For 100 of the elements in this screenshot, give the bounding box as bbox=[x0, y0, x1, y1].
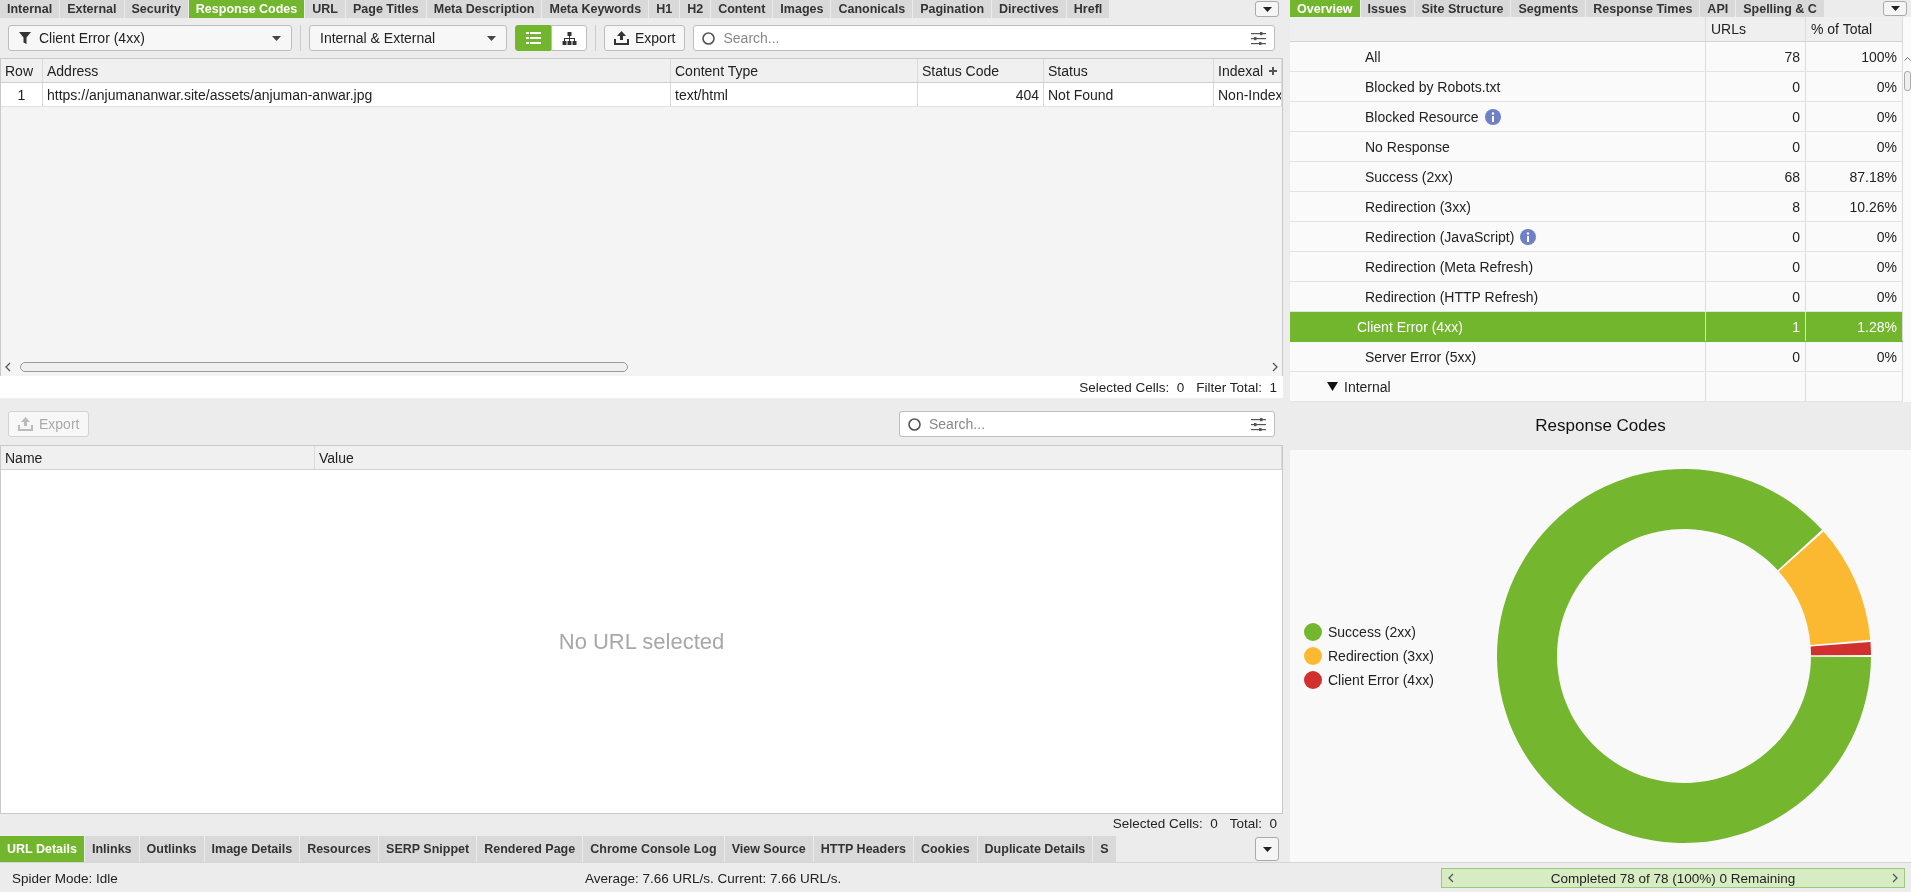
tabs-overflow-button[interactable] bbox=[1883, 1, 1907, 16]
summary-row[interactable]: Server Error (5xx) 0 0% bbox=[1290, 342, 1903, 372]
row-label: Server Error (5xx) bbox=[1365, 348, 1477, 365]
row-label: Redirection (HTTP Refresh) bbox=[1365, 288, 1539, 305]
export-icon bbox=[614, 31, 629, 45]
url-count: 0 bbox=[1792, 78, 1800, 95]
tabs-overflow-button[interactable] bbox=[1255, 837, 1279, 861]
search-input[interactable]: Search... bbox=[721, 29, 1245, 47]
scrollbar-thumb[interactable] bbox=[1903, 71, 1911, 91]
tab[interactable]: API bbox=[1700, 0, 1736, 17]
scroll-left-icon[interactable] bbox=[1448, 873, 1454, 883]
tab[interactable]: Spelling & C bbox=[1736, 0, 1824, 17]
tab[interactable]: Duplicate Details bbox=[977, 836, 1093, 862]
table-cell: 1 bbox=[1, 83, 43, 106]
search-box[interactable]: Search... bbox=[899, 411, 1275, 438]
export-button[interactable]: Export bbox=[604, 25, 686, 51]
summary-row[interactable]: Redirection (JavaScript) 0 0% bbox=[1290, 222, 1903, 252]
summary-row[interactable]: No Response 0 0% bbox=[1290, 132, 1903, 162]
row-label: All bbox=[1365, 48, 1381, 65]
filter-dropdown[interactable]: Client Error (4xx) bbox=[8, 25, 292, 51]
tab[interactable]: Internal bbox=[0, 0, 60, 18]
percentage: 0% bbox=[1876, 258, 1897, 275]
scroll-right-icon[interactable] bbox=[1272, 362, 1278, 373]
url-count: 8 bbox=[1792, 198, 1800, 215]
tab[interactable]: Pagination bbox=[913, 0, 992, 18]
tab[interactable]: Chrome Console Log bbox=[583, 836, 724, 862]
tab[interactable]: H2 bbox=[680, 0, 711, 18]
tab[interactable]: Content bbox=[711, 0, 773, 18]
percentage: 0% bbox=[1876, 288, 1897, 305]
tab[interactable]: URL bbox=[305, 0, 345, 18]
settings-icon bbox=[1251, 31, 1266, 45]
tab[interactable]: Site Structure bbox=[1414, 0, 1511, 17]
scope-dropdown[interactable]: Internal & External bbox=[309, 25, 507, 51]
filter-icon bbox=[19, 32, 31, 44]
tab[interactable]: Rendered Page bbox=[477, 836, 583, 862]
tab[interactable]: H1 bbox=[649, 0, 680, 18]
column-header: Indexal bbox=[1218, 62, 1264, 79]
tab[interactable]: Image Details bbox=[204, 836, 300, 862]
column-header: Address bbox=[47, 62, 99, 79]
tab[interactable]: Page Titles bbox=[345, 0, 426, 18]
crawl-speed: Average: 7.66 URL/s. Current: 7.66 URL/s. bbox=[585, 870, 842, 886]
tab[interactable]: Images bbox=[773, 0, 831, 18]
status-text: Selected Cells: 0 bbox=[1112, 815, 1218, 831]
percentage: 1.28% bbox=[1857, 318, 1897, 335]
scrollbar-thumb[interactable] bbox=[20, 362, 628, 373]
search-box[interactable]: Search... bbox=[693, 25, 1275, 51]
status-text: Filter Total: 1 bbox=[1196, 379, 1277, 395]
legend-label: Success (2xx) bbox=[1328, 624, 1416, 640]
tab[interactable]: Canonicals bbox=[831, 0, 913, 18]
url-count: 68 bbox=[1784, 168, 1800, 185]
url-count: 0 bbox=[1792, 258, 1800, 275]
tab[interactable]: HTTP Headers bbox=[813, 836, 913, 862]
tab[interactable]: Response Times bbox=[1586, 0, 1700, 17]
scroll-right-icon[interactable] bbox=[1892, 873, 1898, 883]
caret-icon bbox=[1890, 6, 1900, 11]
summary-row[interactable]: All 78 100% bbox=[1290, 42, 1903, 72]
hierarchy-icon bbox=[561, 31, 577, 45]
tab[interactable]: Meta Description bbox=[426, 0, 542, 18]
percentage: 0% bbox=[1876, 78, 1897, 95]
tree-view-button[interactable] bbox=[551, 25, 587, 51]
column-header: Row bbox=[5, 62, 33, 79]
tab[interactable]: View Source bbox=[724, 836, 813, 862]
settings-icon bbox=[1251, 417, 1266, 431]
summary-row[interactable]: Blocked Resource 0 0% bbox=[1290, 102, 1903, 132]
row-label: No Response bbox=[1365, 138, 1450, 155]
summary-row[interactable]: Success (2xx) 68 87.18% bbox=[1290, 162, 1903, 192]
scroll-left-icon[interactable] bbox=[5, 362, 11, 373]
summary-row[interactable]: Redirection (3xx) 8 10.26% bbox=[1290, 192, 1903, 222]
summary-row[interactable]: Blocked by Robots.txt 0 0% bbox=[1290, 72, 1903, 102]
table-cell: text/html bbox=[671, 83, 918, 106]
scroll-up-icon[interactable] bbox=[1903, 57, 1911, 61]
tab[interactable]: Cookies bbox=[913, 836, 977, 862]
tab[interactable]: Directives bbox=[992, 0, 1066, 18]
search-input[interactable]: Search... bbox=[927, 415, 1245, 434]
percentage: 0% bbox=[1876, 228, 1897, 245]
tab[interactable]: Meta Keywords bbox=[542, 0, 649, 18]
tab[interactable]: Resources bbox=[300, 836, 379, 862]
percentage: 0% bbox=[1876, 108, 1897, 125]
caret-icon bbox=[1262, 6, 1272, 12]
tab[interactable]: Issues bbox=[1360, 0, 1414, 17]
tab[interactable]: Security bbox=[124, 0, 188, 18]
url-count: 1 bbox=[1792, 318, 1800, 335]
tab[interactable]: Inlinks bbox=[84, 836, 139, 862]
tab[interactable]: S bbox=[1093, 836, 1116, 862]
search-icon bbox=[702, 31, 716, 45]
tab[interactable]: Hrefl bbox=[1066, 0, 1110, 18]
empty-message: No URL selected bbox=[558, 628, 725, 655]
tabs-overflow-button[interactable] bbox=[1255, 1, 1279, 17]
tab[interactable]: Outlinks bbox=[139, 836, 204, 862]
row-label: Success (2xx) bbox=[1365, 168, 1453, 185]
tab[interactable]: Segments bbox=[1511, 0, 1586, 17]
url-count: 0 bbox=[1792, 348, 1800, 365]
row-label: Client Error (4xx) bbox=[1357, 318, 1463, 335]
list-icon bbox=[525, 32, 541, 44]
tab[interactable]: SERP Snippet bbox=[379, 836, 477, 862]
group-label: Internal bbox=[1344, 378, 1391, 395]
summary-row[interactable]: Redirection (Meta Refresh) 0 0% bbox=[1290, 252, 1903, 282]
expanded-icon[interactable] bbox=[1327, 382, 1338, 391]
tab[interactable]: External bbox=[60, 0, 124, 18]
add-column-icon[interactable] bbox=[1269, 66, 1277, 75]
